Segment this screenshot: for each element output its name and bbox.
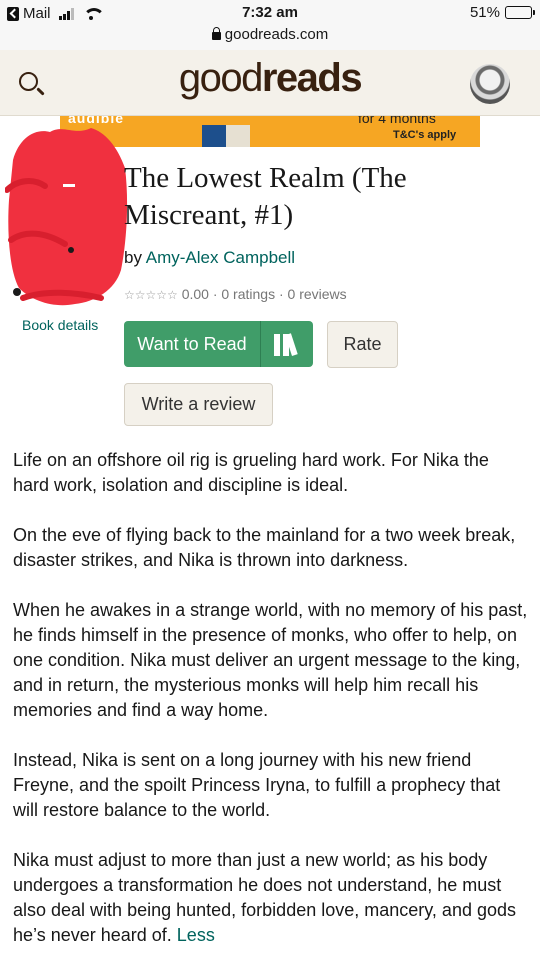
author-link[interactable]: Amy-Alex Campbell [146,248,295,267]
user-avatar[interactable] [470,64,510,104]
logo-good: good [178,56,263,100]
description-text: Nika must adjust to more than just a new… [13,850,516,945]
logo-reads: reads [261,56,363,100]
ad-book-covers [202,125,250,147]
rating-summary: ☆☆☆☆☆ 0.00 · 0 ratings · 0 reviews [124,286,347,302]
book-title: The Lowest Realm (The Miscreant, #1) [124,162,407,231]
write-review-button[interactable]: Write a review [124,383,273,426]
status-bar: Mail 7:32 am 51% [0,0,540,26]
battery-icon [505,6,535,19]
status-time: 7:32 am [242,4,298,21]
star-rating-icon: ☆☆☆☆☆ [124,288,178,302]
ad-offer: for 4 months [358,116,436,126]
book-description: Life on an offshore oil rig is grueling … [13,448,528,960]
status-right: 51% [469,4,535,21]
lock-icon [211,27,221,40]
book-cover-redacted[interactable] [5,120,129,308]
description-paragraph-last: Nika must adjust to more than just a new… [13,848,528,948]
ad-terms: T&C's apply [393,129,457,141]
want-to-read-label[interactable]: Want to Read [124,321,261,367]
url-text[interactable]: goodreads.com [225,26,328,43]
shelf-dropdown-icon[interactable] [261,321,313,367]
description-paragraph: When he awakes in a strange world, with … [13,600,528,720]
description-paragraph: Instead, Nika is sent on a long journey … [13,750,501,820]
by-label: by [124,248,142,267]
description-paragraph: On the eve of flying back to the mainlan… [13,525,516,570]
less-link[interactable]: Less [177,925,215,945]
site-header: goodreads [0,50,540,116]
rating-text[interactable]: 0.00 · 0 ratings · 0 reviews [182,286,347,302]
battery-percent: 51% [469,4,500,21]
byline: by Amy-Alex Campbell [124,248,295,268]
description-paragraph: Life on an offshore oil rig is grueling … [13,450,489,495]
address-bar[interactable]: goodreads.com [0,26,540,50]
rate-button[interactable]: Rate [327,321,398,368]
goodreads-logo[interactable]: goodreads [0,56,540,101]
book-details-link[interactable]: Book details [22,317,98,333]
want-to-read-button[interactable]: Want to Read [124,321,313,367]
